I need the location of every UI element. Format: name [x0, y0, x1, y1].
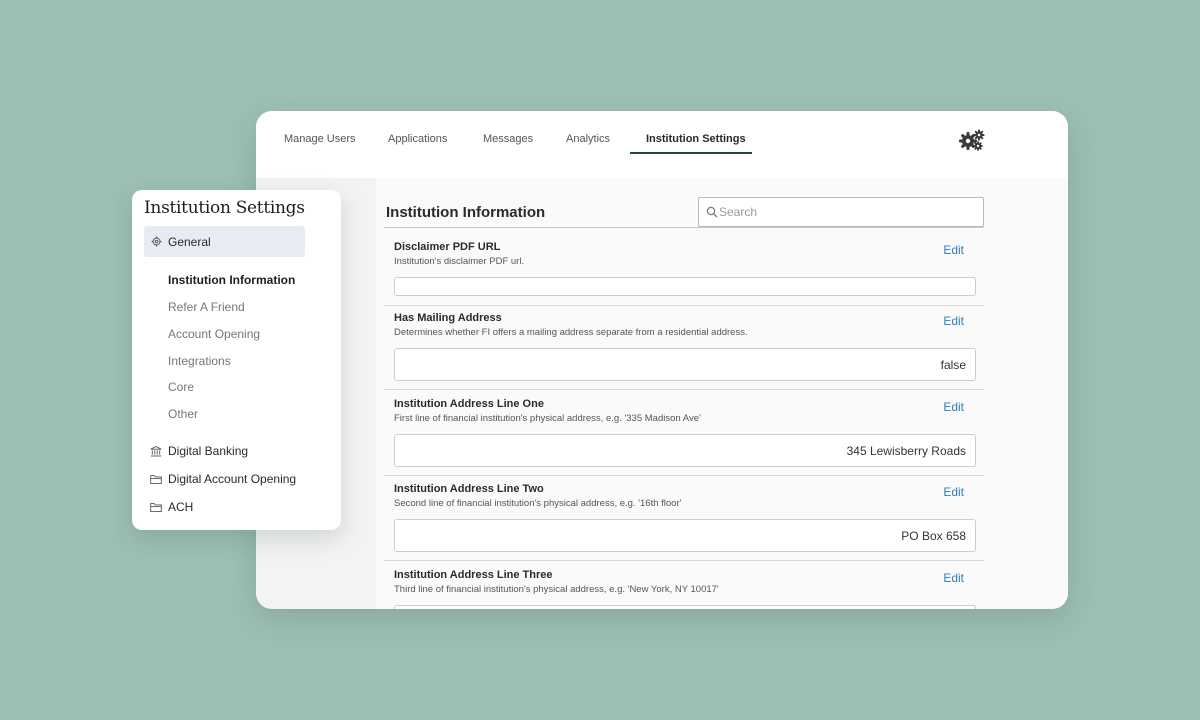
folder-icon — [150, 503, 162, 513]
sidebar-item-refer-a-friend[interactable]: Refer A Friend — [168, 300, 245, 314]
sidebar-item-label: General — [168, 235, 211, 249]
field-disclaimer-pdf-url: Disclaimer PDF URL Institution's disclai… — [384, 241, 984, 306]
sidebar-item-integrations[interactable]: Integrations — [168, 354, 231, 368]
sidebar-item-label: Digital Banking — [168, 444, 249, 458]
edit-button[interactable]: Edit — [943, 400, 964, 414]
field-description: Second line of financial institution's p… — [394, 498, 682, 509]
admin-window: Manage Users Applications Messages Analy… — [256, 111, 1068, 609]
edit-button[interactable]: Edit — [943, 243, 964, 257]
bank-icon — [150, 446, 162, 457]
field-description: First line of financial institution's ph… — [394, 413, 701, 424]
sidebar-item-core[interactable]: Core — [168, 380, 194, 394]
tab-applications[interactable]: Applications — [388, 133, 447, 154]
tab-manage-users[interactable]: Manage Users — [284, 133, 356, 154]
field-label: Has Mailing Address — [394, 312, 502, 324]
sidebar-item-other[interactable]: Other — [168, 407, 198, 421]
field-input[interactable] — [394, 277, 976, 296]
divider — [384, 560, 984, 561]
field-description: Third line of financial institution's ph… — [394, 584, 719, 595]
field-label: Institution Address Line One — [394, 398, 544, 410]
search-input[interactable] — [719, 199, 979, 225]
field-input[interactable] — [394, 434, 976, 467]
top-nav: Manage Users Applications Messages Analy… — [256, 111, 1068, 178]
field-address-line-two: Institution Address Line Two Second line… — [384, 483, 984, 563]
main-content: Institution Information Disclaimer PDF U… — [376, 178, 1068, 609]
tab-analytics[interactable]: Analytics — [566, 133, 610, 154]
divider — [384, 389, 984, 390]
field-description: Institution's disclaimer PDF url. — [394, 256, 525, 267]
section-title: Institution Information — [386, 204, 546, 221]
sidebar-item-account-opening[interactable]: Account Opening — [168, 327, 260, 341]
sidebar-title: Institution Settings — [144, 198, 305, 218]
field-description: Determines whether FI offers a mailing a… — [394, 327, 748, 338]
field-label: Disclaimer PDF URL — [394, 241, 501, 253]
settings-sidebar: Institution Settings General Institution… — [132, 190, 341, 530]
search-icon — [706, 206, 718, 218]
divider — [384, 305, 984, 306]
gear-icon — [151, 236, 162, 247]
field-has-mailing-address: Has Mailing Address Determines whether F… — [384, 312, 984, 392]
sidebar-item-label: Digital Account Opening — [168, 472, 297, 486]
field-label: Institution Address Line Three — [394, 569, 553, 581]
field-input[interactable] — [394, 348, 976, 381]
tab-institution-settings[interactable]: Institution Settings — [646, 133, 746, 154]
divider — [384, 475, 984, 476]
edit-button[interactable]: Edit — [943, 571, 964, 585]
active-tab-indicator — [630, 152, 752, 154]
field-address-line-three: Institution Address Line Three Third lin… — [384, 569, 984, 609]
field-label: Institution Address Line Two — [394, 483, 544, 495]
tab-messages[interactable]: Messages — [483, 133, 533, 154]
search-box[interactable] — [698, 197, 984, 227]
sidebar-item-label: ACH — [168, 500, 194, 514]
field-address-line-one: Institution Address Line One First line … — [384, 398, 984, 478]
folder-icon — [150, 475, 162, 485]
edit-button[interactable]: Edit — [943, 485, 964, 499]
sidebar-item-general[interactable]: General — [144, 226, 305, 257]
sidebar-item-institution-information[interactable]: Institution Information — [168, 273, 295, 287]
gears-icon[interactable] — [958, 128, 986, 152]
edit-button[interactable]: Edit — [943, 314, 964, 328]
divider — [384, 227, 984, 228]
field-input[interactable] — [394, 519, 976, 552]
field-input[interactable] — [394, 605, 976, 609]
